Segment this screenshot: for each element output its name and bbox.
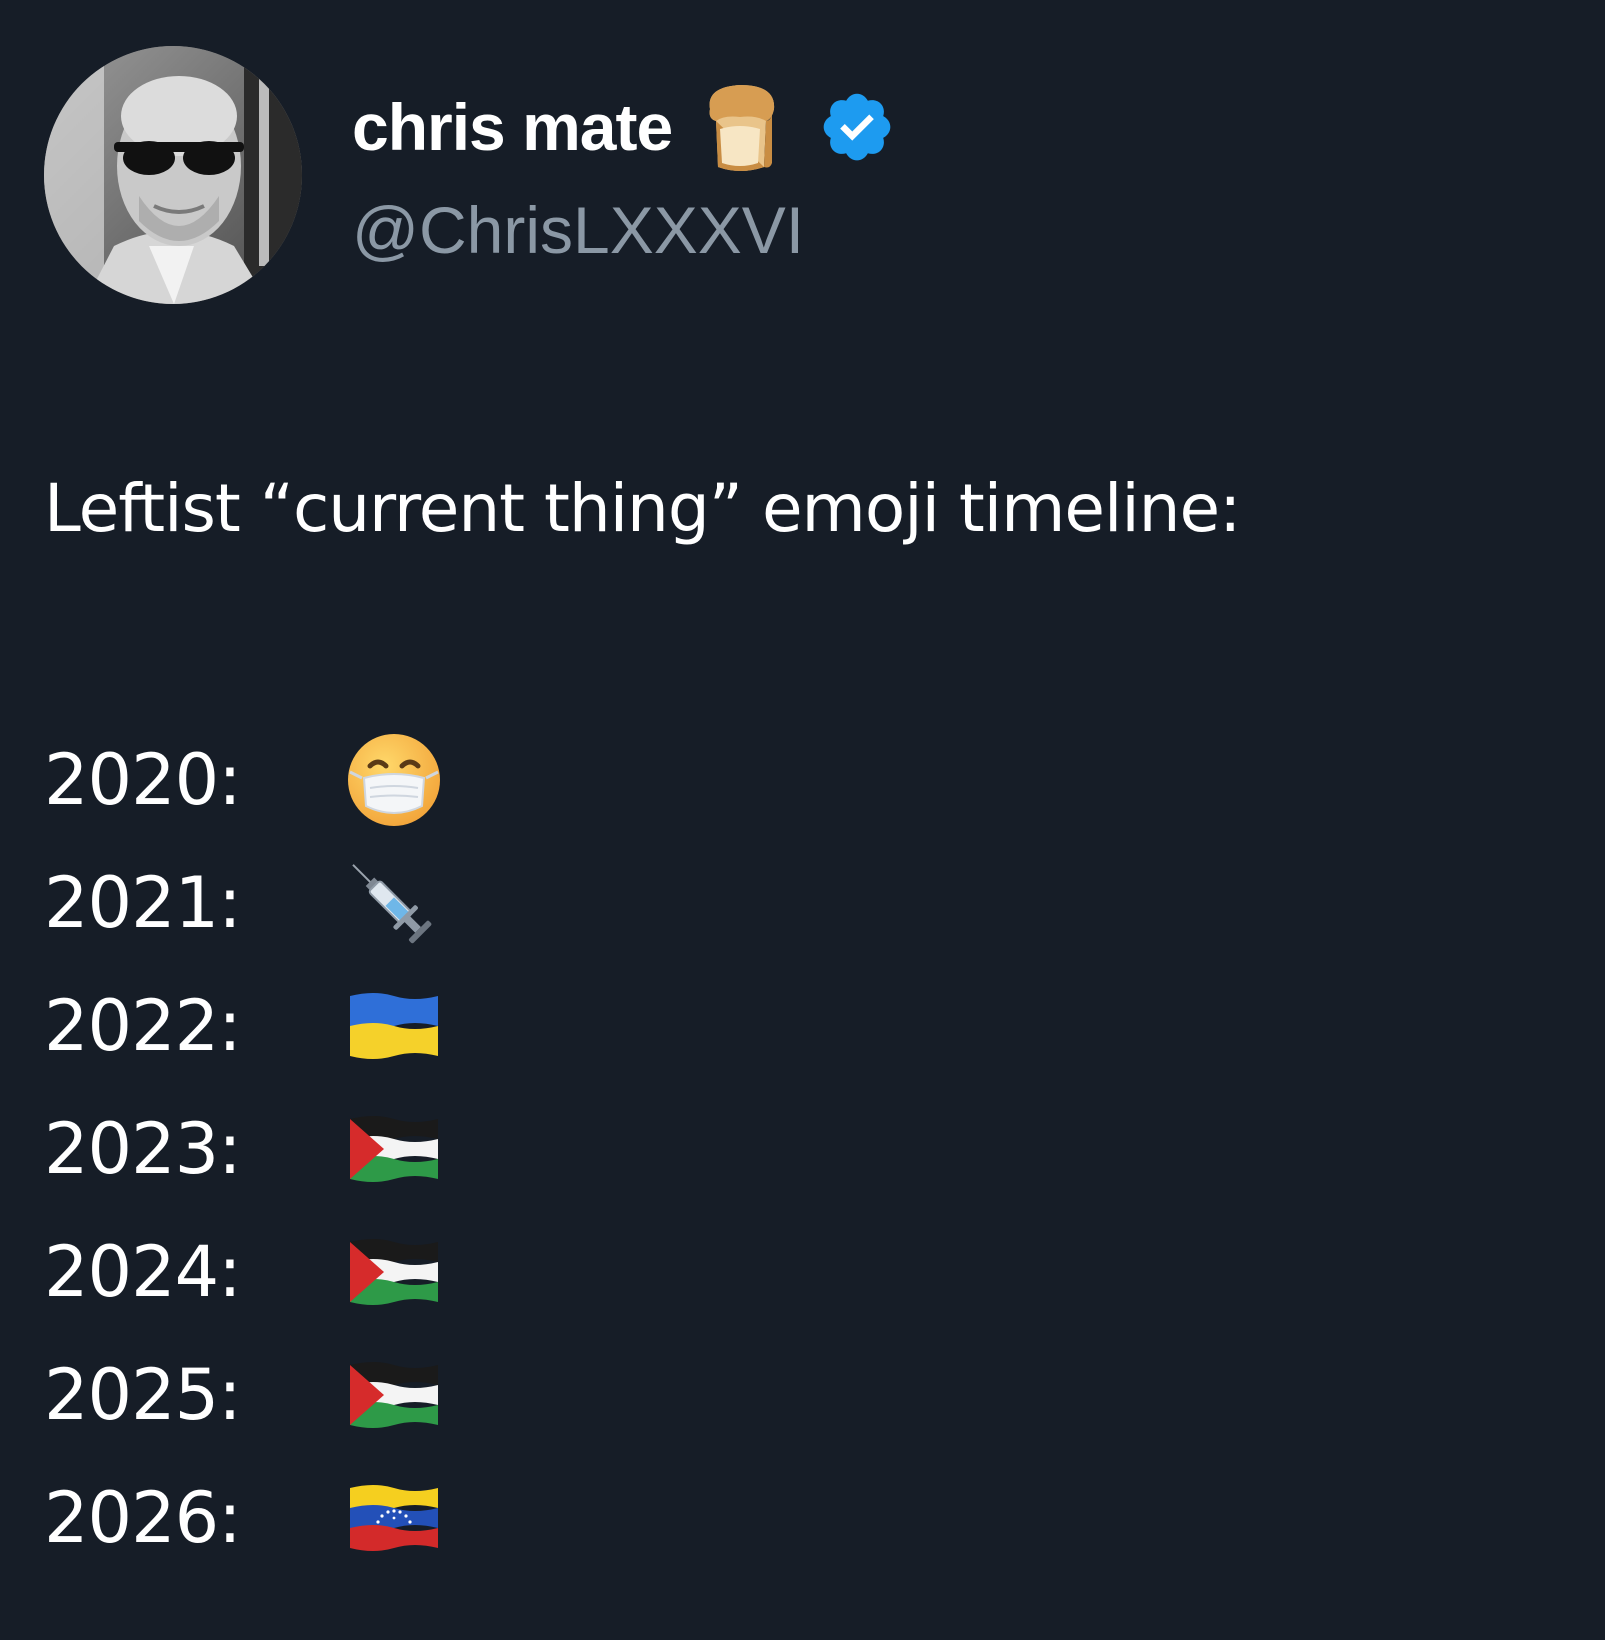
timeline-year: 2026: <box>44 1476 242 1559</box>
tweet-text-headline: Leftist “current thing” emoji timeline: <box>44 470 1241 547</box>
palestine-flag-icon <box>342 1220 446 1324</box>
author-display-name[interactable]: chris mate <box>352 89 673 165</box>
timeline-row: 2020: <box>44 718 440 841</box>
timeline-year: 2021: <box>44 861 242 944</box>
syringe-icon <box>342 851 446 955</box>
ukraine-flag-icon <box>342 974 446 1078</box>
verified-icon[interactable] <box>818 88 896 166</box>
palestine-flag-icon <box>342 1343 446 1447</box>
venezuela-flag-icon <box>342 1466 446 1570</box>
timeline-row: 2024: <box>44 1210 438 1333</box>
emoji-timeline: 2020: 2021: 2022: 2023: 2024: 2025: 2026… <box>44 718 440 1579</box>
timeline-row: 2025: <box>44 1333 438 1456</box>
avatar[interactable] <box>44 46 302 304</box>
author-handle[interactable]: @ChrisLXXXVI <box>352 192 804 268</box>
timeline-row: 2021: <box>44 841 432 964</box>
face-with-medical-mask-icon <box>342 728 446 832</box>
timeline-year: 2020: <box>44 738 242 821</box>
author-name-row: chris mate <box>352 82 896 172</box>
timeline-row: 2022: <box>44 964 438 1087</box>
timeline-row: 2023: <box>44 1087 438 1210</box>
timeline-year: 2023: <box>44 1107 242 1190</box>
timeline-row: 2026: <box>44 1456 438 1579</box>
timeline-year: 2022: <box>44 984 242 1067</box>
timeline-year: 2024: <box>44 1230 242 1313</box>
timeline-year: 2025: <box>44 1353 242 1436</box>
tweet-card: chris mate @ChrisLXXXVI Leftist “current… <box>0 0 1605 1640</box>
bread-icon <box>696 79 784 175</box>
palestine-flag-icon <box>342 1097 446 1201</box>
